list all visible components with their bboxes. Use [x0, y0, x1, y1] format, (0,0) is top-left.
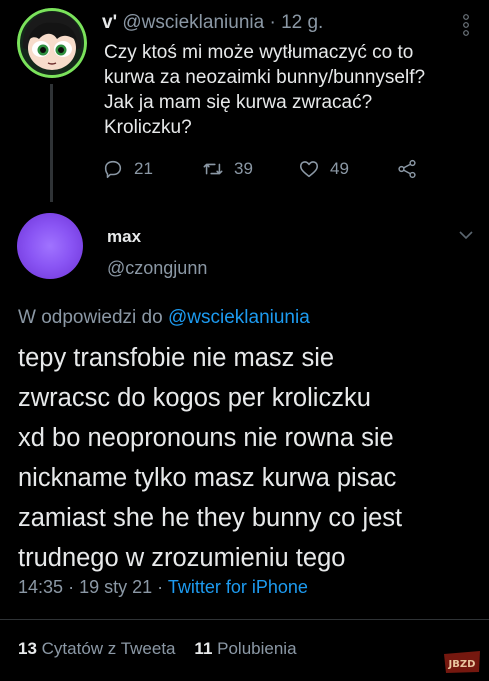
reply-count: 21	[134, 159, 153, 178]
quote-tweets-stat[interactable]: 13 Cytatów z Tweeta	[18, 639, 176, 658]
likes-count: 11	[194, 639, 213, 658]
thread-line	[50, 84, 53, 202]
reply-tweet-line: xd bo neopronouns nie rowna sie	[18, 424, 394, 452]
reply-date[interactable]: 19 sty 21	[79, 577, 152, 597]
timestamp-row: 14:35 · 19 sty 21 · Twitter for iPhone	[18, 577, 308, 598]
original-display-name[interactable]: v'	[102, 12, 117, 33]
avatar-reply-author[interactable]	[17, 213, 83, 279]
original-tweet-line: Kroliczku?	[104, 117, 192, 138]
retweet-icon	[203, 163, 223, 175]
replying-to-prefix: W odpowiedzi do	[18, 307, 163, 328]
reply-tweet-line: zamiast she he they bunny co jest	[18, 504, 403, 532]
reply-tweet-text: tepy transfobie nie masz sie zwracsc do …	[18, 338, 478, 578]
chevron-down-icon[interactable]	[458, 228, 474, 240]
replying-to: W odpowiedzi do @wscieklaniunia	[18, 307, 310, 329]
replying-to-mention[interactable]: @wscieklaniunia	[168, 307, 310, 328]
reply-handle[interactable]: @czongjunn	[107, 258, 207, 279]
more-options-icon[interactable]	[462, 14, 470, 36]
likes-label: Polubienia	[217, 639, 297, 658]
separator-dot: ·	[68, 577, 75, 597]
watermark-text: JBZD	[448, 659, 476, 670]
reply-time[interactable]: 14:35	[18, 577, 63, 597]
original-handle[interactable]: @wscieklaniunia	[122, 12, 264, 33]
share-action[interactable]	[396, 158, 418, 180]
original-time[interactable]: 12 g.	[281, 12, 323, 33]
share-icon	[398, 159, 416, 179]
powerpuff-avatar-image	[17, 8, 87, 78]
jbzd-watermark-logo: JBZD	[441, 648, 483, 676]
likes-stat[interactable]: 11 Polubienia	[194, 639, 296, 658]
retweet-action[interactable]: 39	[202, 158, 253, 180]
original-tweet-line: Czy ktoś mi może wytłumaczyć co to	[104, 42, 414, 63]
reply-icon	[104, 160, 122, 179]
reply-tweet-line: tepy transfobie nie masz sie	[18, 344, 335, 372]
stats-row: 13 Cytatów z Tweeta 11 Polubienia	[18, 639, 297, 659]
original-author-row: v' @wscieklaniunia · 12 g.	[102, 12, 323, 34]
reply-tweet-line: trudnego w zrozumieniu tego	[18, 544, 346, 572]
separator-dot: ·	[269, 12, 276, 33]
quote-count: 13	[18, 639, 37, 658]
reply-display-name[interactable]: max	[107, 227, 141, 247]
quote-label: Cytatów z Tweeta	[41, 639, 176, 658]
original-tweet-line: Jak ja mam się kurwa zwracać?	[104, 92, 373, 113]
original-tweet-actions: 21 39 49	[102, 158, 442, 184]
client-link[interactable]: Twitter for iPhone	[168, 577, 308, 597]
avatar-original-author[interactable]	[17, 8, 87, 78]
original-tweet-text: Czy ktoś mi może wytłumaczyć co to kurwa…	[104, 40, 474, 140]
like-action[interactable]: 49	[298, 158, 349, 180]
divider	[0, 619, 489, 620]
heart-icon	[299, 161, 319, 178]
original-tweet-line: kurwa za neozaimki bunny/bunnyself?	[104, 67, 426, 88]
separator-dot: ·	[157, 577, 164, 597]
retweet-count: 39	[234, 159, 253, 178]
reply-action[interactable]: 21	[102, 158, 153, 180]
reply-tweet-line: zwracsc do kogos per kroliczku	[18, 384, 371, 412]
like-count: 49	[330, 159, 349, 178]
reply-tweet-line: nickname tylko masz kurwa pisac	[18, 464, 397, 492]
